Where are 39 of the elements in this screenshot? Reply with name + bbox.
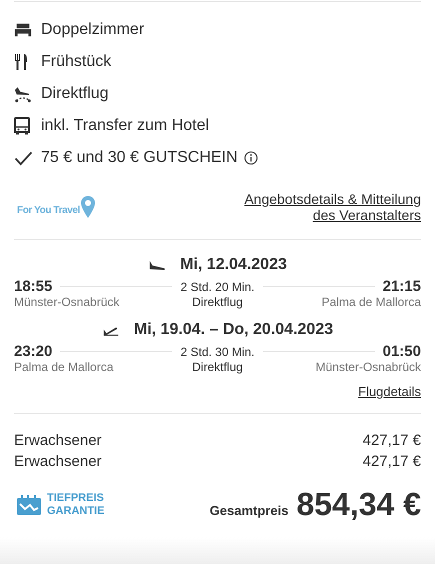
feature-label: Doppelzimmer: [41, 21, 144, 39]
price-amount: 427,17 €: [362, 432, 421, 449]
flight-date: Mi, 19.04. – Do, 20.04.2023: [134, 321, 334, 339]
departure-time: 23:20: [14, 343, 52, 360]
guarantee-label: TIEFPREIS: [47, 492, 104, 504]
arrival-time: 01:50: [382, 343, 421, 360]
flight-type: Direktflug: [191, 295, 244, 309]
plane-takeoff-icon: [102, 324, 120, 336]
flight-date: Mi, 12.04.2023: [180, 256, 287, 274]
feature-label: Frühstück: [41, 53, 112, 71]
flight-type: Direktflug: [191, 360, 244, 374]
price-amount: 427,17 €: [362, 453, 421, 470]
arrival-airport: Münster-Osnabrück: [314, 360, 421, 374]
price-label: Erwachsener: [14, 453, 102, 470]
guarantee-label: GARANTIE: [47, 504, 104, 518]
arrival-time: 21:15: [382, 278, 421, 295]
bus-icon: [14, 117, 30, 135]
total-label: Gesamtpreis: [210, 503, 288, 518]
check-icon: [14, 150, 33, 166]
flight-duration: 2 Std. 30 Min.: [180, 344, 255, 358]
offer-details-link[interactable]: Angebotsdetails & Mitteilung des Veranstalters: [244, 191, 421, 223]
plane-landing-icon: [14, 86, 32, 102]
operator-logo: For You Travel: [14, 195, 96, 219]
flight-duration: 2 Std. 20 Min.: [180, 280, 255, 294]
map-pin-icon: [80, 195, 96, 219]
total-price: 854,34 €: [296, 486, 421, 523]
departure-airport: Münster-Osnabrück: [14, 295, 120, 309]
departure-time: 18:55: [14, 278, 52, 295]
cutlery-icon: [14, 53, 28, 71]
arrival-airport: Palma de Mallorca: [320, 295, 421, 309]
price-label: Erwachsener: [14, 432, 102, 449]
feature-label: 75 € und 30 € GUTSCHEIN: [41, 149, 238, 167]
feature-label: inkl. Transfer zum Hotel: [41, 117, 210, 135]
price-guarantee-icon: [16, 494, 42, 516]
plane-landing-icon: [148, 260, 166, 270]
feature-label: Direktflug: [41, 85, 109, 103]
departure-airport: Palma de Mallorca: [14, 360, 114, 374]
bed-icon: [14, 22, 32, 38]
flight-details-link[interactable]: Flugdetails: [358, 384, 421, 399]
